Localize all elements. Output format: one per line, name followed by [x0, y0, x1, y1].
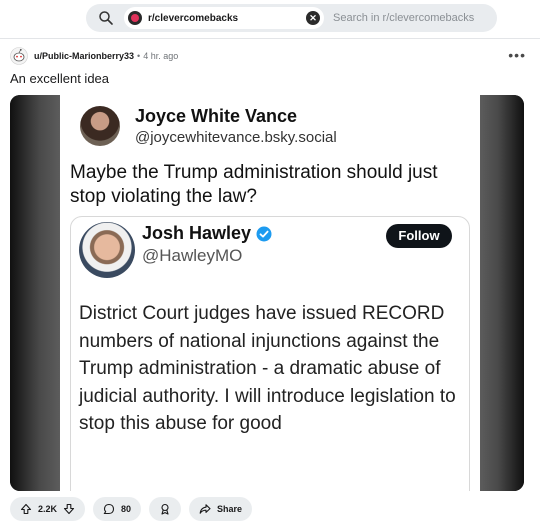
tweet-author-avatar — [80, 106, 120, 146]
tweet-text: Maybe the Trump administration should ju… — [70, 162, 438, 207]
downvote-icon[interactable] — [63, 503, 75, 515]
upvote-icon[interactable] — [20, 503, 32, 515]
subreddit-avatar — [128, 11, 142, 25]
verified-icon — [256, 226, 272, 241]
quoted-author-avatar — [79, 222, 135, 278]
quoted-tweet: Josh Hawley @HawleyMO Follow District Co… — [70, 216, 470, 491]
quoted-author-name: Josh Hawley — [142, 223, 252, 243]
post-actions: 2.2K 80 Share — [10, 497, 260, 521]
comment-icon — [103, 503, 115, 515]
header-divider — [0, 38, 540, 39]
tweet-author-name: Joyce White Vance — [135, 106, 298, 126]
search-icon — [99, 11, 113, 25]
tweet-author-handle: @joycewhitevance.bsky.social — [135, 129, 337, 146]
tweet-screenshot: Joyce White Vance @joycewhitevance.bsky.… — [60, 95, 480, 491]
quoted-author-handle: @HawleyMO — [142, 246, 243, 265]
subreddit-chip[interactable]: r/clevercomebacks ✕ — [124, 7, 324, 29]
media-blur-right — [480, 95, 524, 491]
share-icon — [199, 504, 211, 514]
quoted-author-name-row: Josh Hawley — [142, 223, 272, 244]
vote-count: 2.2K — [38, 504, 58, 514]
award-button[interactable] — [149, 497, 182, 521]
post-author[interactable]: u/Public-Marionberry33 — [34, 51, 134, 61]
follow-button: Follow — [386, 224, 452, 248]
share-button[interactable]: Share — [189, 497, 253, 521]
post-time: 4 hr. ago — [143, 51, 179, 61]
media-blur-left — [10, 95, 60, 491]
post-meta: u/Public-Marionberry33 • 4 hr. ago — [10, 47, 178, 65]
search-bar[interactable]: r/clevercomebacks ✕ Search in r/cleverco… — [86, 4, 497, 32]
post-media[interactable]: Joyce White Vance @joycewhitevance.bsky.… — [10, 95, 524, 491]
search-input[interactable]: Search in r/clevercomebacks — [333, 12, 474, 24]
quoted-tweet-text: District Court judges have issued RECORD… — [79, 303, 456, 434]
comment-count: 80 — [121, 504, 132, 514]
subreddit-chip-label: r/clevercomebacks — [148, 12, 239, 24]
post-title[interactable]: An excellent idea — [10, 71, 109, 86]
more-options-button[interactable]: ••• — [508, 47, 526, 63]
share-label: Share — [217, 504, 243, 514]
close-icon[interactable]: ✕ — [306, 11, 320, 25]
award-icon — [161, 503, 169, 515]
meta-separator: • — [137, 51, 141, 61]
vote-control: 2.2K — [10, 497, 86, 521]
snoo-avatar-icon[interactable] — [10, 47, 28, 65]
comments-button[interactable]: 80 — [93, 497, 142, 521]
